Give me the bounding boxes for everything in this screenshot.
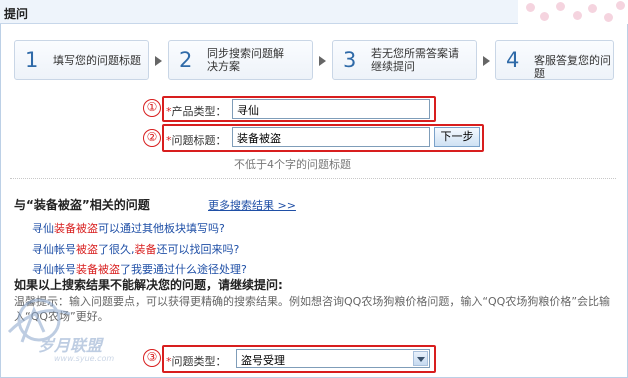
step-arrow-icon xyxy=(483,56,490,66)
watermark-subtext: www.syue.com xyxy=(54,354,115,363)
product-type-label: *产品类型： xyxy=(166,105,227,118)
decorative-corner xyxy=(518,0,628,24)
title-hint: 不低于4个字的问题标题 xyxy=(234,158,351,171)
page-title: 提问 xyxy=(4,7,29,21)
step-label: 客服答复您的问题 xyxy=(534,54,611,80)
related-question-link[interactable]: 寻仙帐号被盗了很久,装备还可以找回来吗? xyxy=(32,241,239,257)
chevron-down-icon[interactable] xyxy=(413,351,428,366)
product-type-input[interactable]: 寻仙 xyxy=(232,99,430,119)
watermark-text: 岁月联盟 xyxy=(38,336,103,355)
related-question-link[interactable]: 寻仙帐号装备被盗了我要通过什么途径处理? xyxy=(32,261,247,277)
marker-2: ② xyxy=(143,129,161,147)
step-number: 2 xyxy=(179,48,193,72)
step-arrow-icon xyxy=(319,56,326,66)
related-question-link[interactable]: 寻仙装备被盗可以通过其他板块填写吗? xyxy=(32,220,225,236)
question-type-label: *问题类型： xyxy=(166,355,227,368)
watermark: 岁月联盟 www.syue.com xyxy=(0,290,120,378)
next-step-button[interactable]: 下一步 xyxy=(434,127,480,147)
step-4: 4 客服答复您的问题 xyxy=(495,40,614,80)
step-label: 填写您的问题标题 xyxy=(53,54,141,67)
marker-3: ③ xyxy=(143,349,161,367)
step-number: 4 xyxy=(506,48,520,72)
marker-1: ① xyxy=(143,99,161,117)
title-bar: 提问 xyxy=(0,0,628,24)
related-heading: 与“装备被盗”相关的问题 xyxy=(14,198,150,212)
step-3: 3 若无您所需答案请 继续提问 xyxy=(332,40,477,80)
step-arrow-icon xyxy=(155,56,162,66)
progress-steps: 1 填写您的问题标题 2 同步搜索问题解 决方案 3 若无您所需答案请 继续提问 4… xyxy=(14,40,614,82)
question-title-label: *问题标题： xyxy=(166,134,227,147)
step-1: 1 填写您的问题标题 xyxy=(14,40,149,80)
step-2: 2 同步搜索问题解 决方案 xyxy=(168,40,313,80)
select-value: 盗号受理 xyxy=(241,354,285,367)
step-label: 同步搜索问题解 决方案 xyxy=(207,47,284,73)
more-results-link[interactable]: 更多搜索结果 >> xyxy=(208,197,296,213)
step-number: 1 xyxy=(25,48,39,72)
question-type-select[interactable]: 盗号受理 xyxy=(236,349,430,368)
question-title-input[interactable]: 装备被盗 xyxy=(232,127,430,147)
step-number: 3 xyxy=(343,48,357,72)
divider xyxy=(10,178,616,179)
step-label: 若无您所需答案请 继续提问 xyxy=(371,47,459,73)
